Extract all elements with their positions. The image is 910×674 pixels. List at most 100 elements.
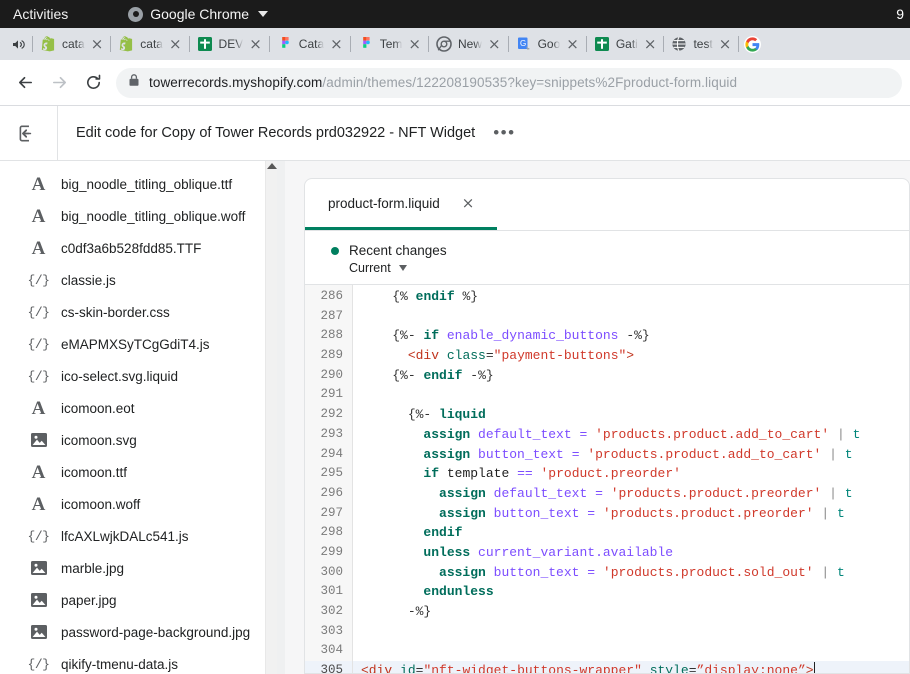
header-divider bbox=[57, 106, 58, 160]
file-list-item[interactable]: Ac0df3a6b528fdd85.TTF bbox=[0, 232, 285, 264]
close-icon[interactable]: × bbox=[169, 37, 182, 52]
code-line[interactable] bbox=[353, 622, 909, 642]
reload-icon[interactable] bbox=[76, 66, 110, 100]
version-selector[interactable]: Current bbox=[349, 261, 909, 275]
chrome-icon bbox=[436, 36, 452, 52]
code-line[interactable]: assign button_text = 'products.product.a… bbox=[353, 445, 909, 465]
chevron-down-icon bbox=[399, 265, 407, 271]
code-editor[interactable]: 2862872882892902912922932942952962972982… bbox=[305, 284, 909, 673]
code-line[interactable]: {%- liquid bbox=[353, 405, 909, 425]
code-file-icon: {/} bbox=[28, 370, 49, 383]
browser-tab[interactable]: test × bbox=[664, 30, 738, 58]
back-arrow-icon[interactable] bbox=[8, 66, 42, 100]
close-icon[interactable]: × bbox=[719, 37, 732, 52]
file-list-item[interactable]: {/}qikify-tmenu-data.js bbox=[0, 648, 285, 674]
code-line[interactable]: {% endif %} bbox=[353, 287, 909, 307]
more-actions-button[interactable]: ••• bbox=[493, 128, 515, 138]
tab-title: Cata bbox=[299, 37, 324, 51]
code-line[interactable] bbox=[353, 307, 909, 327]
address-bar[interactable]: towerrecords.myshopify.com/admin/themes/… bbox=[116, 68, 902, 98]
chevron-down-icon bbox=[258, 11, 268, 17]
file-name: big_noodle_titling_oblique.woff bbox=[61, 209, 245, 224]
file-name: icomoon.svg bbox=[61, 433, 137, 448]
code-content[interactable]: {% endif %} {%- if enable_dynamic_button… bbox=[353, 285, 909, 673]
file-list-item[interactable]: {/}ico-select.svg.liquid bbox=[0, 360, 285, 392]
close-icon[interactable]: × bbox=[249, 37, 262, 52]
file-list-item[interactable]: {/}lfcAXLwjkDALc541.js bbox=[0, 520, 285, 552]
file-list-item[interactable]: Aicomoon.woff bbox=[0, 488, 285, 520]
file-name: marble.jpg bbox=[61, 561, 124, 576]
code-line[interactable]: assign button_text = 'products.product.p… bbox=[353, 504, 909, 524]
browser-tab[interactable]: DEV × bbox=[190, 30, 269, 58]
close-icon[interactable]: × bbox=[462, 196, 475, 211]
system-clock[interactable]: 9 bbox=[896, 0, 904, 28]
code-line[interactable]: assign default_text = 'products.product.… bbox=[353, 425, 909, 445]
browser-tab[interactable]: Tem × bbox=[351, 30, 428, 58]
browser-tab[interactable]: Cata × bbox=[270, 30, 350, 58]
figma-icon bbox=[277, 36, 293, 52]
file-list-item[interactable]: icomoon.svg bbox=[0, 424, 285, 456]
line-number: 294 bbox=[305, 445, 352, 465]
code-line[interactable]: if template == 'product.preorder' bbox=[353, 464, 909, 484]
browser-tab[interactable]: cata × bbox=[111, 30, 188, 58]
browser-tab-strip: cata × cata × DEV × Cata × bbox=[0, 28, 910, 60]
chrome-icon bbox=[128, 7, 143, 22]
code-line[interactable]: {%- if enable_dynamic_buttons -%} bbox=[353, 326, 909, 346]
file-list-item[interactable]: Aicomoon.ttf bbox=[0, 456, 285, 488]
file-list-item[interactable]: {/}eMAPMXSyTCgGdiT4.js bbox=[0, 328, 285, 360]
file-list-item[interactable]: paper.jpg bbox=[0, 584, 285, 616]
activities-button[interactable]: Activities bbox=[13, 6, 68, 22]
close-icon[interactable]: × bbox=[91, 37, 104, 52]
scroll-up-arrow-icon[interactable] bbox=[267, 163, 277, 169]
code-line[interactable]: <div id="nft-widget-buttons-wrapper" sty… bbox=[353, 661, 909, 673]
code-line[interactable]: endunless bbox=[353, 582, 909, 602]
code-line[interactable] bbox=[353, 385, 909, 405]
file-list-item[interactable]: password-page-background.jpg bbox=[0, 616, 285, 648]
code-line[interactable]: assign default_text = 'products.product.… bbox=[353, 484, 909, 504]
code-line[interactable] bbox=[353, 641, 909, 661]
close-icon[interactable]: × bbox=[566, 37, 579, 52]
address-bar-url: towerrecords.myshopify.com/admin/themes/… bbox=[149, 75, 737, 90]
browser-tab[interactable]: G Goo × bbox=[509, 30, 586, 58]
file-list-item[interactable]: Aicomoon.eot bbox=[0, 392, 285, 424]
version-label: Current bbox=[349, 261, 391, 275]
sidebar-edge bbox=[277, 161, 285, 674]
file-list-item[interactable]: Abig_noodle_titling_oblique.ttf bbox=[0, 168, 285, 200]
close-icon[interactable]: × bbox=[330, 37, 343, 52]
google-icon[interactable] bbox=[739, 36, 765, 53]
file-name: icomoon.woff bbox=[61, 497, 140, 512]
sidebar-scrollbar[interactable] bbox=[265, 161, 277, 674]
recent-changes-label: Recent changes bbox=[349, 243, 447, 258]
close-icon[interactable]: × bbox=[488, 37, 501, 52]
code-line[interactable]: {%- endif -%} bbox=[353, 366, 909, 386]
file-list-item[interactable]: {/}classie.js bbox=[0, 264, 285, 296]
tab-title: Gati bbox=[616, 37, 638, 51]
code-line[interactable]: -%} bbox=[353, 602, 909, 622]
shopify-icon bbox=[40, 36, 56, 52]
speaker-icon[interactable] bbox=[4, 31, 32, 57]
active-app-menu[interactable]: Google Chrome bbox=[128, 6, 268, 22]
line-number: 287 bbox=[305, 307, 352, 327]
font-file-icon: A bbox=[28, 495, 49, 514]
close-icon[interactable]: × bbox=[408, 37, 421, 52]
code-line[interactable]: <div class="payment-buttons"> bbox=[353, 346, 909, 366]
file-list-item[interactable]: marble.jpg bbox=[0, 552, 285, 584]
browser-tab[interactable]: cata × bbox=[33, 30, 110, 58]
tab-product-form-liquid[interactable]: product-form.liquid × bbox=[305, 179, 497, 230]
code-line[interactable]: endif bbox=[353, 523, 909, 543]
app-header: Edit code for Copy of Tower Records prd0… bbox=[0, 106, 910, 160]
line-number: 304 bbox=[305, 641, 352, 661]
code-file-icon: {/} bbox=[28, 338, 49, 351]
browser-tab[interactable]: Gati × bbox=[587, 30, 664, 58]
exit-app-icon[interactable] bbox=[0, 106, 57, 160]
active-app-name: Google Chrome bbox=[150, 6, 249, 22]
font-file-icon: A bbox=[28, 399, 49, 418]
code-line[interactable]: assign button_text = 'products.product.s… bbox=[353, 563, 909, 583]
close-icon[interactable]: × bbox=[644, 37, 657, 52]
line-number: 292 bbox=[305, 405, 352, 425]
file-name: c0df3a6b528fdd85.TTF bbox=[61, 241, 201, 256]
file-list-item[interactable]: {/}cs-skin-border.css bbox=[0, 296, 285, 328]
browser-tab[interactable]: New × bbox=[429, 30, 508, 58]
file-list-item[interactable]: Abig_noodle_titling_oblique.woff bbox=[0, 200, 285, 232]
code-line[interactable]: unless current_variant.available bbox=[353, 543, 909, 563]
